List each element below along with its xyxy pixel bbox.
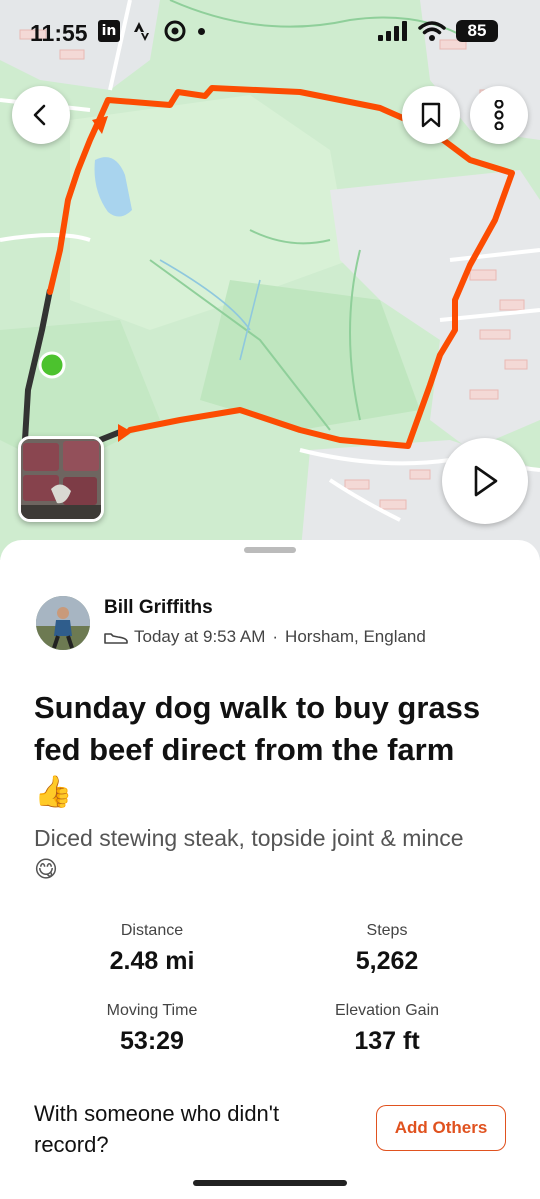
stat-label: Steps <box>366 922 408 939</box>
stat-distance: Distance 2.48 mi <box>52 922 252 976</box>
avatar-image <box>36 596 90 650</box>
status-system-icons: 85 <box>378 20 498 42</box>
play-flyover-button[interactable] <box>442 438 528 524</box>
more-vertical-icon <box>494 100 504 130</box>
activity-title: Sunday dog walk to buy grass fed beef di… <box>34 687 514 813</box>
meta-separator: · <box>272 627 279 646</box>
stat-label: Moving Time <box>106 1002 198 1019</box>
chrome-icon <box>164 20 186 42</box>
status-time: 11:55 <box>30 20 88 46</box>
bookmark-button[interactable] <box>402 86 460 144</box>
cellular-signal-icon <box>378 21 407 41</box>
add-others-button[interactable]: Add Others <box>376 1105 506 1151</box>
activity-description-text: Diced stewing steak, topside joint & min… <box>34 825 464 851</box>
thumbs-up-emoji: 👍 <box>34 774 73 810</box>
linkedin-icon: in <box>98 20 120 42</box>
activity-location: Horsham, England <box>285 627 426 646</box>
stat-label: Distance <box>120 922 184 939</box>
yum-emoji: 😋 <box>34 857 58 883</box>
more-options-button[interactable] <box>470 86 528 144</box>
beef-photo <box>21 439 101 519</box>
wifi-icon <box>418 21 446 41</box>
strava-icon <box>134 22 149 41</box>
battery-indicator: 85 <box>456 20 498 42</box>
status-notification-icons: in <box>98 20 205 42</box>
stat-value: 137 ft <box>354 1027 420 1055</box>
status-bar: 11:55 in 85 <box>0 0 540 66</box>
shoe-icon <box>104 633 128 644</box>
athlete-name[interactable]: Bill Griffiths <box>104 597 213 619</box>
activity-details-sheet: Bill Griffiths Today at 9:53 AM · Horsha… <box>0 540 540 1199</box>
stat-steps: Steps 5,262 <box>287 922 487 976</box>
activity-date: Today at 9:53 AM <box>134 627 266 646</box>
add-others-prompt: With someone who didn't record? <box>34 1101 280 1157</box>
chevron-left-icon <box>33 104 46 126</box>
activity-photo-thumbnail[interactable] <box>18 436 104 522</box>
activity-title-text: Sunday dog walk to buy grass fed beef di… <box>34 690 481 767</box>
stat-label: Elevation Gain <box>334 1002 440 1019</box>
home-indicator[interactable] <box>193 1180 347 1186</box>
stat-value: 5,262 <box>355 947 419 975</box>
stat-elevation-gain: Elevation Gain 137 ft <box>287 1002 487 1056</box>
stat-value: 2.48 mi <box>109 947 195 975</box>
stat-value: 53:29 <box>120 1027 184 1055</box>
back-button[interactable] <box>12 86 70 144</box>
play-icon <box>474 465 498 497</box>
notification-dot-icon <box>198 27 205 35</box>
athlete-avatar[interactable] <box>36 596 90 650</box>
bookmark-icon <box>421 102 441 128</box>
activity-meta: Today at 9:53 AM · Horsham, England <box>104 627 426 647</box>
activity-description: Diced stewing steak, topside joint & min… <box>34 823 514 886</box>
sheet-drag-handle[interactable] <box>244 547 296 553</box>
stat-moving-time: Moving Time 53:29 <box>52 1002 252 1056</box>
